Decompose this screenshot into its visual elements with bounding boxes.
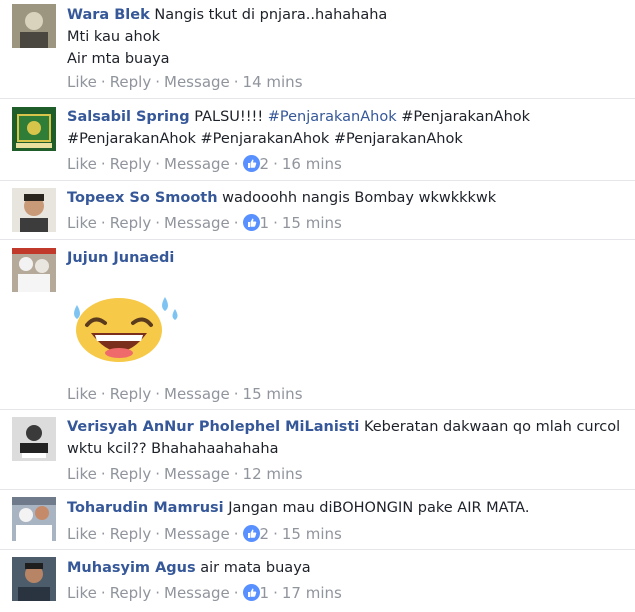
commenter-name[interactable]: Wara Blek (67, 7, 150, 23)
timestamp[interactable]: 15 mins (282, 214, 342, 232)
comment-text: Mti kau ahok (67, 29, 161, 45)
timestamp[interactable]: 17 mins (282, 584, 342, 602)
avatar[interactable] (12, 557, 56, 601)
divider (0, 409, 635, 410)
timestamp[interactable]: 15 mins (282, 525, 342, 543)
like-button[interactable]: Like (67, 73, 97, 91)
timestamp[interactable]: 15 mins (243, 385, 303, 403)
commenter-name[interactable]: Toharudin Mamrusi (67, 500, 224, 516)
reply-button[interactable]: Reply (110, 584, 152, 602)
avatar[interactable] (12, 417, 56, 461)
reply-button[interactable]: Reply (110, 465, 152, 483)
reply-button[interactable]: Reply (110, 214, 152, 232)
commenter-name[interactable]: Topeex So Smooth (67, 190, 218, 206)
message-button[interactable]: Message (164, 214, 230, 232)
commenter-name[interactable]: Verisyah AnNur Pholephel MiLanisti (67, 419, 359, 435)
comment-text: Nangis tkut di pnjara..hahahaha (154, 7, 388, 23)
comment-text: Air mta buaya (67, 51, 170, 67)
comment-text: #PenjarakanAhok (333, 131, 463, 147)
like-reaction-count[interactable]: 1 (242, 584, 269, 602)
comment-text: Keberatan dakwaan qo mlah curcol (363, 419, 621, 435)
comment-text: #PenjarakanAhok (401, 109, 531, 125)
timestamp[interactable]: 16 mins (282, 155, 342, 173)
laughing-tears-emoji (74, 297, 178, 362)
message-button[interactable]: Message (164, 465, 230, 483)
like-reaction-count[interactable]: 2 (242, 155, 269, 173)
like-reaction-count[interactable]: 2 (242, 525, 269, 543)
divider (0, 549, 635, 550)
reply-button[interactable]: Reply (110, 385, 152, 403)
divider (0, 98, 635, 99)
like-reaction-count[interactable]: 1 (242, 214, 269, 232)
commenter-name[interactable]: Muhasyim Agus (67, 560, 196, 576)
commenter-name[interactable]: Salsabil Spring (67, 109, 190, 125)
thumbs-up-icon (242, 525, 260, 542)
like-button[interactable]: Like (67, 214, 97, 232)
avatar[interactable] (12, 497, 56, 541)
like-button[interactable]: Like (67, 584, 97, 602)
comment-text: wktu kcil?? Bhahahaahahaha (67, 441, 279, 457)
comment-text: PALSU!!!! (194, 109, 264, 125)
thumbs-up-icon (242, 155, 260, 172)
like-button[interactable]: Like (67, 155, 97, 173)
like-button[interactable]: Like (67, 525, 97, 543)
like-button[interactable]: Like (67, 385, 97, 403)
message-button[interactable]: Message (164, 525, 230, 543)
reply-button[interactable]: Reply (110, 525, 152, 543)
reply-button[interactable]: Reply (110, 155, 152, 173)
commenter-name[interactable]: Jujun Junaedi (67, 250, 174, 266)
avatar[interactable] (12, 248, 56, 292)
message-button[interactable]: Message (164, 155, 230, 173)
reply-button[interactable]: Reply (110, 73, 152, 91)
avatar[interactable] (12, 107, 56, 151)
message-button[interactable]: Message (164, 73, 230, 91)
avatar[interactable] (12, 4, 56, 48)
like-button[interactable]: Like (67, 465, 97, 483)
hashtag-link[interactable]: #PenjarakanAhok (268, 109, 397, 125)
comment-text: Jangan mau diBOHONGIN pake AIR MATA. (228, 500, 530, 516)
message-button[interactable]: Message (164, 385, 230, 403)
divider (0, 180, 635, 181)
divider (0, 489, 635, 490)
divider (0, 239, 635, 240)
comment-text: #PenjarakanAhok (200, 131, 330, 147)
avatar[interactable] (12, 188, 56, 232)
timestamp[interactable]: 14 mins (243, 73, 303, 91)
thumbs-up-icon (242, 214, 260, 231)
timestamp[interactable]: 12 mins (243, 465, 303, 483)
comment-text: air mata buaya (200, 560, 311, 576)
comment-text: wadooohh nangis Bombay wkwkkkwk (222, 190, 497, 206)
message-button[interactable]: Message (164, 584, 230, 602)
thumbs-up-icon (242, 584, 260, 601)
comment-text: #PenjarakanAhok (67, 131, 196, 147)
